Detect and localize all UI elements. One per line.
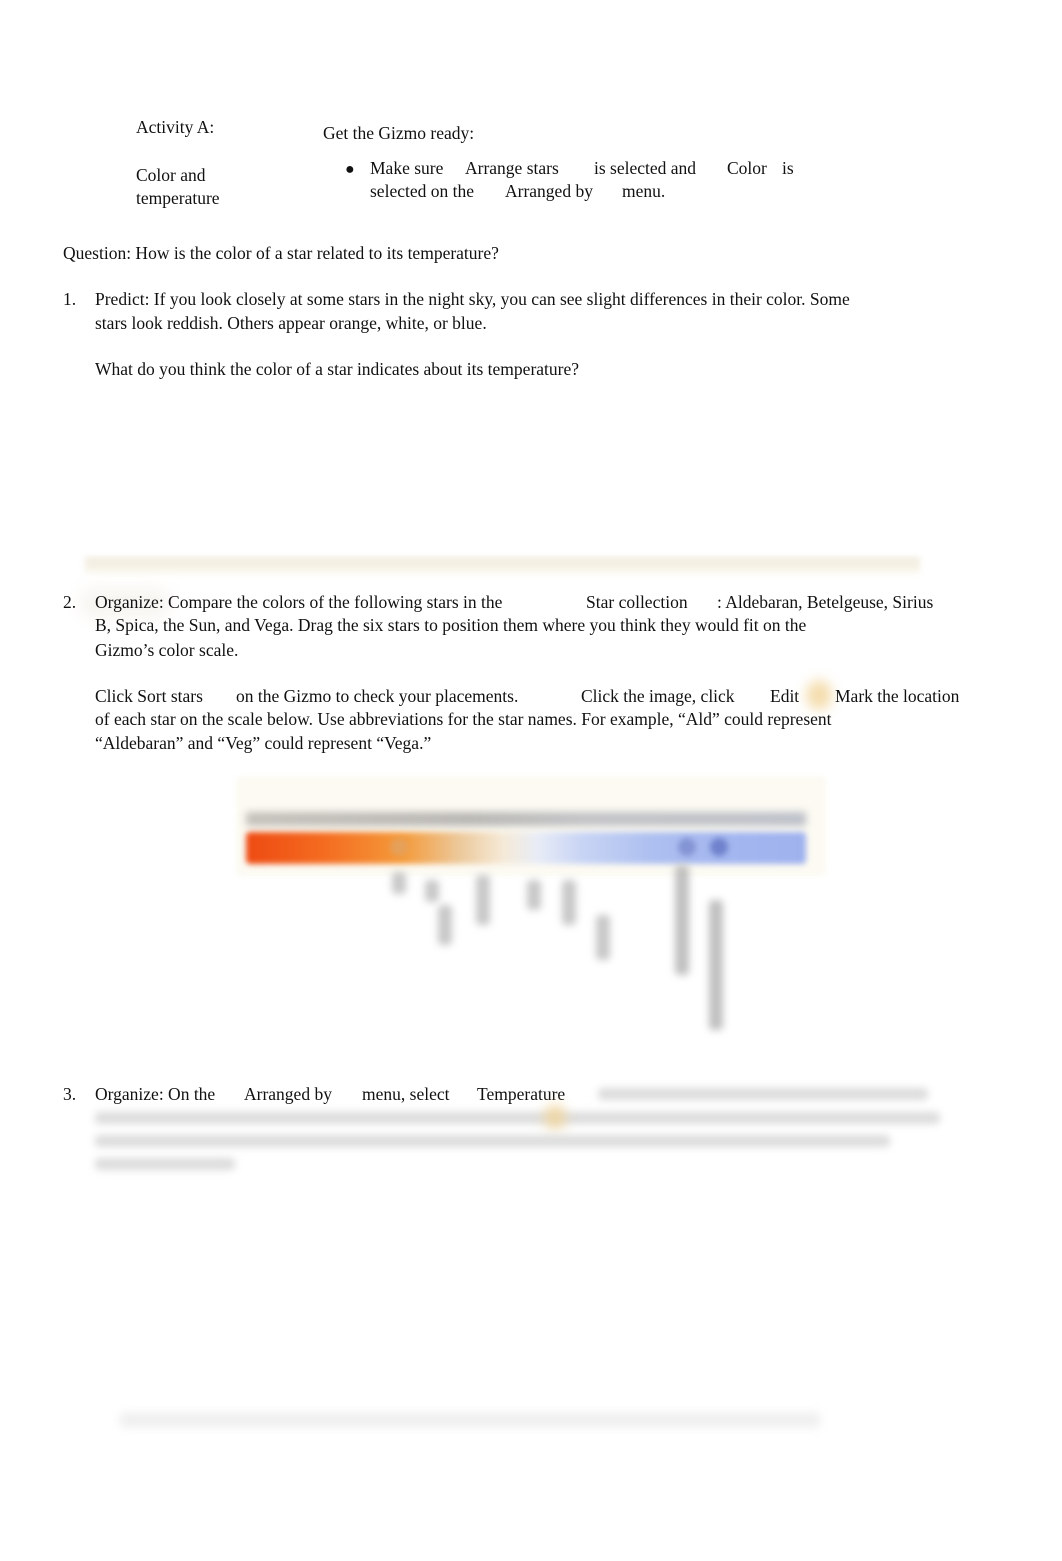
item-number: 3. [63, 1084, 77, 1104]
item-text: : Aldebaran, Betelgeuse, Sirius [717, 592, 934, 612]
question-text: Question: How is the color of a star rel… [63, 243, 499, 263]
edit-icon [806, 680, 832, 710]
arranged-by-ref: Arranged by [505, 181, 593, 201]
footer-copyright [120, 1413, 820, 1427]
arranged-by-ref: Arranged by [244, 1084, 332, 1104]
star-marker-dot [710, 838, 728, 856]
obscured-text [95, 1112, 940, 1124]
setup-text: Make sure [370, 158, 444, 178]
setup-text: selected on the [370, 181, 474, 201]
item-text: B, Spica, the Sun, and Vega. Drag the si… [95, 615, 807, 635]
item-text: Organize: Compare the colors of the foll… [95, 592, 503, 612]
setup-text: menu. [622, 181, 666, 201]
item-text: stars look reddish. Others appear orange… [95, 313, 487, 333]
star-collection-ref: Star collection [586, 592, 688, 612]
item-text: Predict: If you look closely at some sta… [95, 289, 850, 309]
star-tick [425, 880, 439, 902]
item-text: Mark the location [835, 686, 960, 706]
item-text: “Aldebaran” and “Veg” could represent “V… [95, 733, 432, 753]
setup-text: is [782, 158, 794, 178]
answer-area[interactable] [85, 557, 920, 575]
star-tick [476, 875, 490, 925]
star-tick [527, 880, 541, 910]
item-number: 2. [63, 592, 77, 612]
item-text: Click the image, click [581, 686, 735, 706]
obscured-text [95, 1158, 235, 1170]
star-tick [392, 872, 406, 894]
edit-ref: Edit [770, 686, 800, 706]
item-number: 1. [63, 289, 77, 309]
arrange-stars-ref: Arrange stars [465, 158, 559, 178]
activity-label: Activity A: [136, 117, 215, 137]
activity-title-line1: Color and [136, 165, 206, 185]
obscured-text [95, 1135, 890, 1147]
temperature-ref: Temperature [477, 1084, 566, 1104]
star-marker-dot [390, 838, 408, 856]
scale-labels [246, 812, 806, 826]
setup-heading: Get the Gizmo ready: [323, 123, 475, 143]
item-text: Organize: On the [95, 1084, 216, 1104]
edit-icon [544, 1104, 566, 1130]
activity-title-line2: temperature [136, 188, 220, 208]
star-tick [562, 880, 576, 925]
sort-stars-ref: Click Sort stars [95, 686, 203, 706]
star-tick [709, 900, 723, 1030]
item-text: Gizmo’s color scale. [95, 640, 239, 660]
item-prompt: What do you think the color of a star in… [95, 359, 580, 379]
star-tick [675, 865, 689, 975]
star-tick [438, 905, 452, 945]
item-text: on the Gizmo to check your placements. [236, 686, 519, 706]
star-tick [596, 915, 610, 960]
obscured-text [598, 1088, 928, 1100]
item-text: menu, select [362, 1084, 450, 1104]
star-marker-dot [678, 838, 696, 856]
setup-text: is selected and [594, 158, 697, 178]
color-ref: Color [727, 158, 767, 178]
bullet-icon: ● [345, 161, 355, 178]
item-text: of each star on the scale below. Use abb… [95, 709, 832, 729]
